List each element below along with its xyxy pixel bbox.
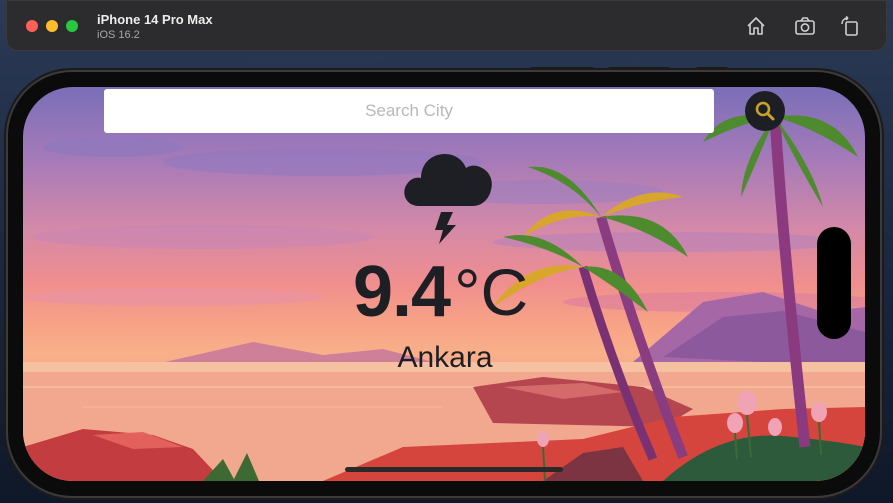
minimize-window-button[interactable] — [46, 20, 58, 32]
home-icon[interactable] — [745, 15, 767, 37]
app-screen: 9.4 °C Ankara — [23, 87, 865, 481]
search-city-input[interactable] — [104, 89, 714, 133]
rotate-icon[interactable] — [839, 15, 861, 37]
temperature-display: 9.4 °C — [353, 252, 528, 332]
dynamic-island — [817, 227, 851, 339]
city-name: Ankara — [397, 341, 493, 374]
phone-frame: 9.4 °C Ankara — [8, 72, 880, 496]
zoom-window-button[interactable] — [66, 20, 78, 32]
close-window-button[interactable] — [26, 20, 38, 32]
magnifier-icon — [755, 101, 775, 121]
temperature-unit: °C — [454, 255, 529, 329]
thunderstorm-icon — [404, 154, 492, 244]
screenshot-icon[interactable] — [794, 15, 816, 37]
search-button[interactable] — [745, 91, 785, 131]
home-indicator[interactable] — [345, 467, 563, 472]
device-name: iPhone 14 Pro Max — [97, 12, 213, 27]
temperature-value: 9.4 — [353, 252, 451, 332]
os-version: iOS 16.2 — [97, 29, 140, 41]
simulator-title-bar: iPhone 14 Pro Max iOS 16.2 — [6, 0, 887, 51]
